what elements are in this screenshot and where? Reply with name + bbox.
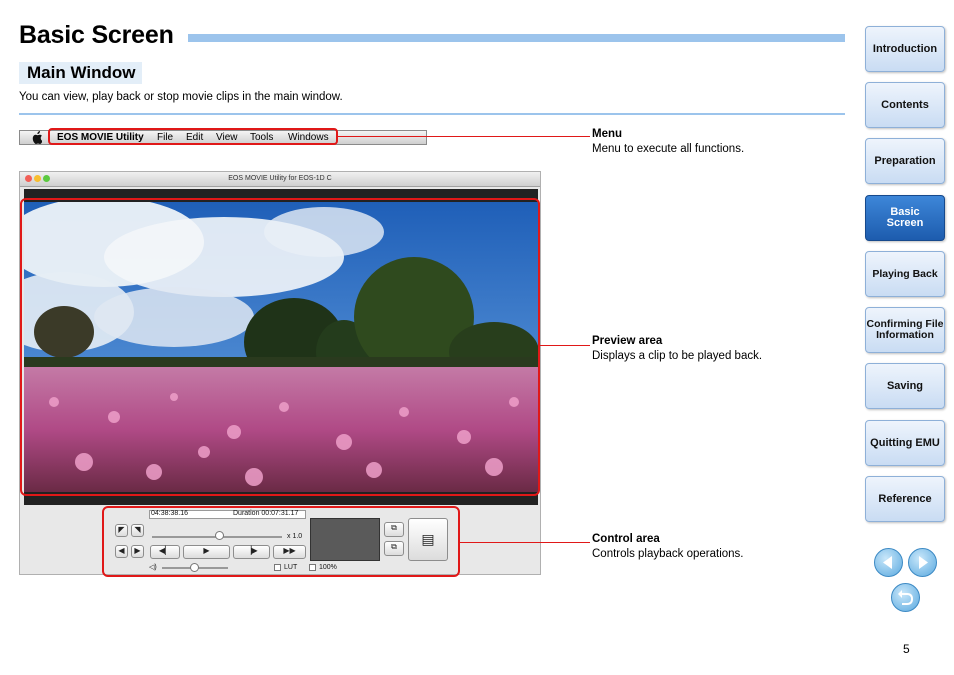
back-button[interactable] — [891, 583, 920, 612]
menu-callout-desc: Menu to execute all functions. — [592, 143, 745, 155]
prev-page-button[interactable] — [874, 548, 903, 577]
section-title: Main Window — [27, 63, 136, 82]
apple-logo-icon — [32, 131, 42, 144]
return-arrow-icon — [898, 590, 914, 605]
intro-text: You can view, play back or stop movie cl… — [19, 91, 343, 103]
nav-basic-screen[interactable]: Basic Screen — [865, 195, 945, 241]
menu-highlight-box — [48, 128, 338, 145]
section-heading: Main Window — [19, 62, 143, 84]
menu-callout-line — [338, 136, 590, 137]
preview-callout-desc: Displays a clip to be played back. — [592, 350, 763, 362]
nav-confirming-file-information[interactable]: Confirming File Information — [865, 307, 945, 353]
nav-contents[interactable]: Contents — [865, 82, 945, 128]
page-number: 5 — [903, 642, 910, 656]
control-callout-title: Control area — [592, 533, 660, 545]
preview-highlight-box — [20, 198, 540, 496]
app-window: EOS MOVIE Utility for EOS-1D C 04:38:38.… — [19, 171, 541, 577]
nav-quitting-emu[interactable]: Quitting EMU — [865, 420, 945, 466]
title-accent-bar — [188, 34, 845, 42]
nav-reference[interactable]: Reference — [865, 476, 945, 522]
minimize-window-icon[interactable] — [34, 175, 41, 182]
control-highlight-box — [102, 506, 460, 577]
triangle-right-icon — [919, 556, 928, 569]
control-callout-desc: Controls playback operations. — [592, 548, 744, 560]
preview-callout-line — [540, 345, 590, 346]
control-callout-line — [460, 542, 590, 543]
menu-callout-title: Menu — [592, 128, 623, 140]
nav-playing-back[interactable]: Playing Back — [865, 251, 945, 297]
nav-preparation[interactable]: Preparation — [865, 138, 945, 184]
window-titlebar: EOS MOVIE Utility for EOS-1D C — [20, 172, 540, 187]
triangle-left-icon — [883, 556, 892, 569]
next-page-button[interactable] — [908, 548, 937, 577]
section-divider — [19, 113, 845, 115]
zoom-window-icon[interactable] — [43, 175, 50, 182]
preview-callout-title: Preview area — [592, 335, 663, 347]
window-title: EOS MOVIE Utility for EOS-1D C — [228, 175, 332, 182]
close-window-icon[interactable] — [25, 175, 32, 182]
nav-introduction[interactable]: Introduction — [865, 26, 945, 72]
nav-saving[interactable]: Saving — [865, 363, 945, 409]
page-title: Basic Screen — [19, 21, 174, 49]
